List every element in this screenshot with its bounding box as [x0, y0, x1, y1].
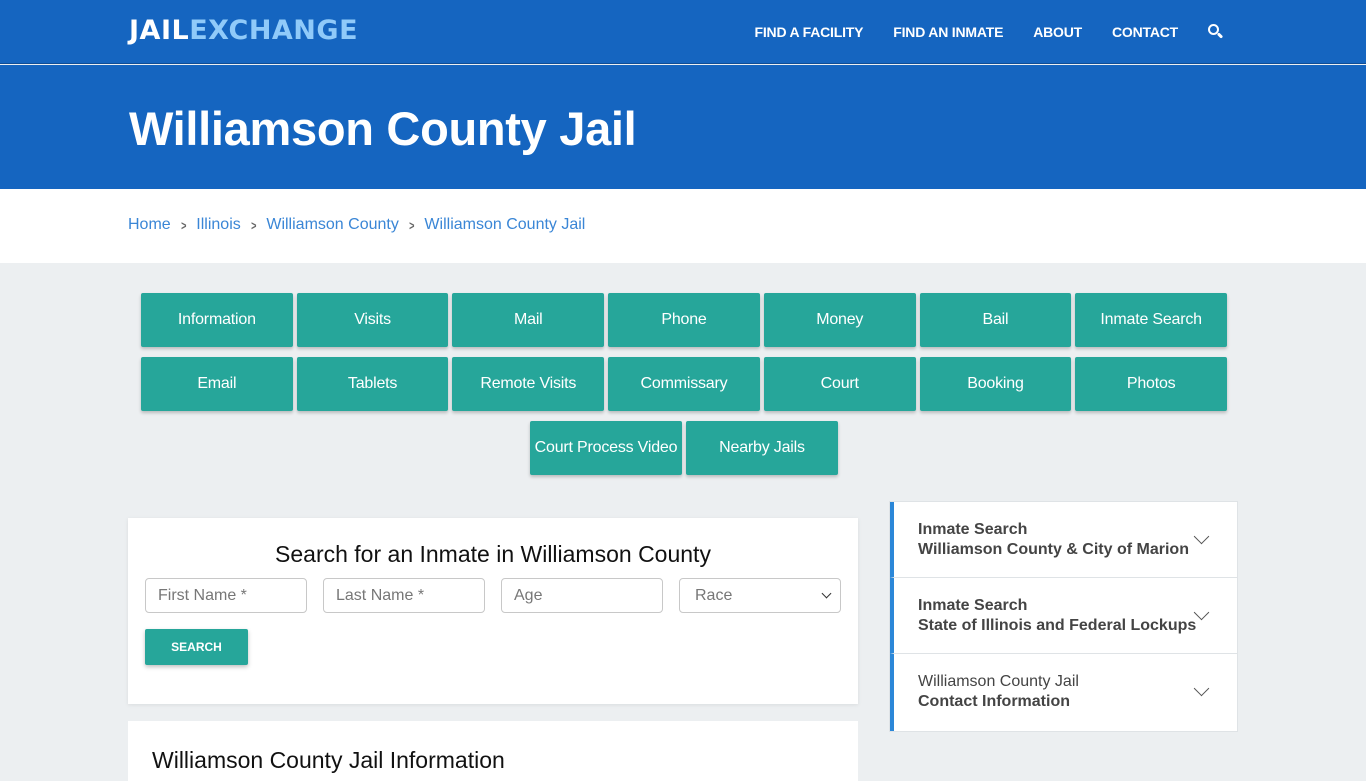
age-input[interactable] — [514, 586, 654, 605]
topic-button-bail[interactable]: Bail — [919, 293, 1072, 347]
logo-part-exchange: EXCHANGE — [189, 15, 359, 46]
last-name-field[interactable] — [323, 578, 485, 613]
accordion-item-county-inmate-search[interactable]: Inmate Search Williamson County & City o… — [890, 502, 1237, 578]
accordion-item-heading: Williamson County Jail — [918, 673, 1079, 690]
jail-info-card: Williamson County Jail Information — [128, 721, 858, 781]
accordion-item-subheading: State of Illinois and Federal Lockups — [918, 617, 1197, 634]
topic-button-remote-visits[interactable]: Remote Visits — [452, 357, 605, 411]
topic-button-court-process-video[interactable]: Court Process Video — [530, 421, 682, 475]
accordion-item-contact-information[interactable]: Williamson County Jail Contact Informati… — [890, 654, 1237, 731]
nav-about[interactable]: ABOUT — [1033, 24, 1082, 40]
topic-button-inmate-search[interactable]: Inmate Search — [1075, 293, 1228, 347]
topic-button-commissary[interactable]: Commissary — [608, 357, 760, 411]
topic-button-visits[interactable]: Visits — [296, 293, 449, 347]
search-icon[interactable] — [1208, 24, 1224, 40]
jail-info-title: Williamson County Jail Information — [152, 747, 505, 773]
main-nav: FIND A FACILITY FIND AN INMATE ABOUT CON… — [725, 0, 1224, 64]
first-name-field[interactable] — [145, 578, 307, 613]
chevron-right-icon: > — [180, 217, 187, 233]
breadcrumb-williamson-county-jail[interactable]: Williamson County Jail — [424, 216, 585, 234]
first-name-input[interactable] — [158, 586, 298, 605]
nav-contact[interactable]: CONTACT — [1112, 24, 1178, 40]
logo-part-jail: JAIL — [129, 15, 190, 46]
page-title: Williamson County Jail — [129, 102, 637, 155]
accordion-item-heading: Inmate Search — [918, 597, 1028, 614]
topic-row-1: Information Visits Mail Phone Money Bail… — [139, 293, 1229, 347]
topic-row-2: Email Tablets Remote Visits Commissary C… — [139, 357, 1229, 411]
accordion-item-heading: Inmate Search — [918, 521, 1028, 538]
breadcrumb-home[interactable]: Home — [128, 216, 171, 234]
topic-button-tablets[interactable]: Tablets — [296, 357, 449, 411]
last-name-input[interactable] — [336, 586, 476, 605]
topic-button-grid: Information Visits Mail Phone Money Bail… — [139, 293, 1229, 485]
race-select[interactable]: Race — [679, 578, 841, 613]
topic-button-photos[interactable]: Photos — [1075, 357, 1228, 411]
age-field[interactable] — [501, 578, 663, 613]
search-card-title: Search for an Inmate in Williamson Count… — [275, 541, 711, 567]
accordion-item-subheading: Contact Information — [918, 693, 1070, 710]
topic-button-money[interactable]: Money — [763, 293, 916, 347]
nav-find-a-facility[interactable]: FIND A FACILITY — [755, 24, 864, 40]
breadcrumb-williamson-county[interactable]: Williamson County — [266, 216, 398, 234]
sidebar-accordion: Inmate Search Williamson County & City o… — [889, 501, 1238, 732]
accordion-item-state-inmate-search[interactable]: Inmate Search State of Illinois and Fede… — [890, 578, 1237, 654]
topic-button-email[interactable]: Email — [140, 357, 293, 411]
accordion-item-subheading: Williamson County & City of Marion — [918, 541, 1189, 558]
breadcrumb-illinois[interactable]: Illinois — [196, 216, 240, 234]
topic-button-phone[interactable]: Phone — [608, 293, 760, 347]
chevron-down-icon[interactable] — [1193, 680, 1210, 697]
chevron-down-icon — [821, 588, 832, 599]
inmate-search-card: Search for an Inmate in Williamson Count… — [128, 518, 858, 704]
topic-button-mail[interactable]: Mail — [452, 293, 605, 347]
topic-button-booking[interactable]: Booking — [919, 357, 1072, 411]
race-select-value: Race — [695, 586, 733, 604]
topic-row-3: Court Process Video Nearby Jails — [139, 421, 1229, 475]
chevron-right-icon: > — [408, 217, 415, 233]
topic-button-information[interactable]: Information — [140, 293, 293, 347]
search-button[interactable]: SEARCH — [145, 629, 248, 665]
topic-button-court[interactable]: Court — [763, 357, 916, 411]
chevron-down-icon[interactable] — [1193, 528, 1210, 545]
breadcrumb: Home > Illinois > Williamson County > Wi… — [0, 189, 1366, 263]
chevron-right-icon: > — [250, 217, 257, 233]
nav-find-an-inmate[interactable]: FIND AN INMATE — [893, 24, 1003, 40]
page-hero: Williamson County Jail — [0, 65, 1366, 189]
topic-button-nearby-jails[interactable]: Nearby Jails — [686, 421, 838, 475]
top-navbar: JAILEXCHANGE FIND A FACILITY FIND AN INM… — [0, 0, 1366, 64]
site-logo[interactable]: JAILEXCHANGE — [129, 15, 358, 46]
